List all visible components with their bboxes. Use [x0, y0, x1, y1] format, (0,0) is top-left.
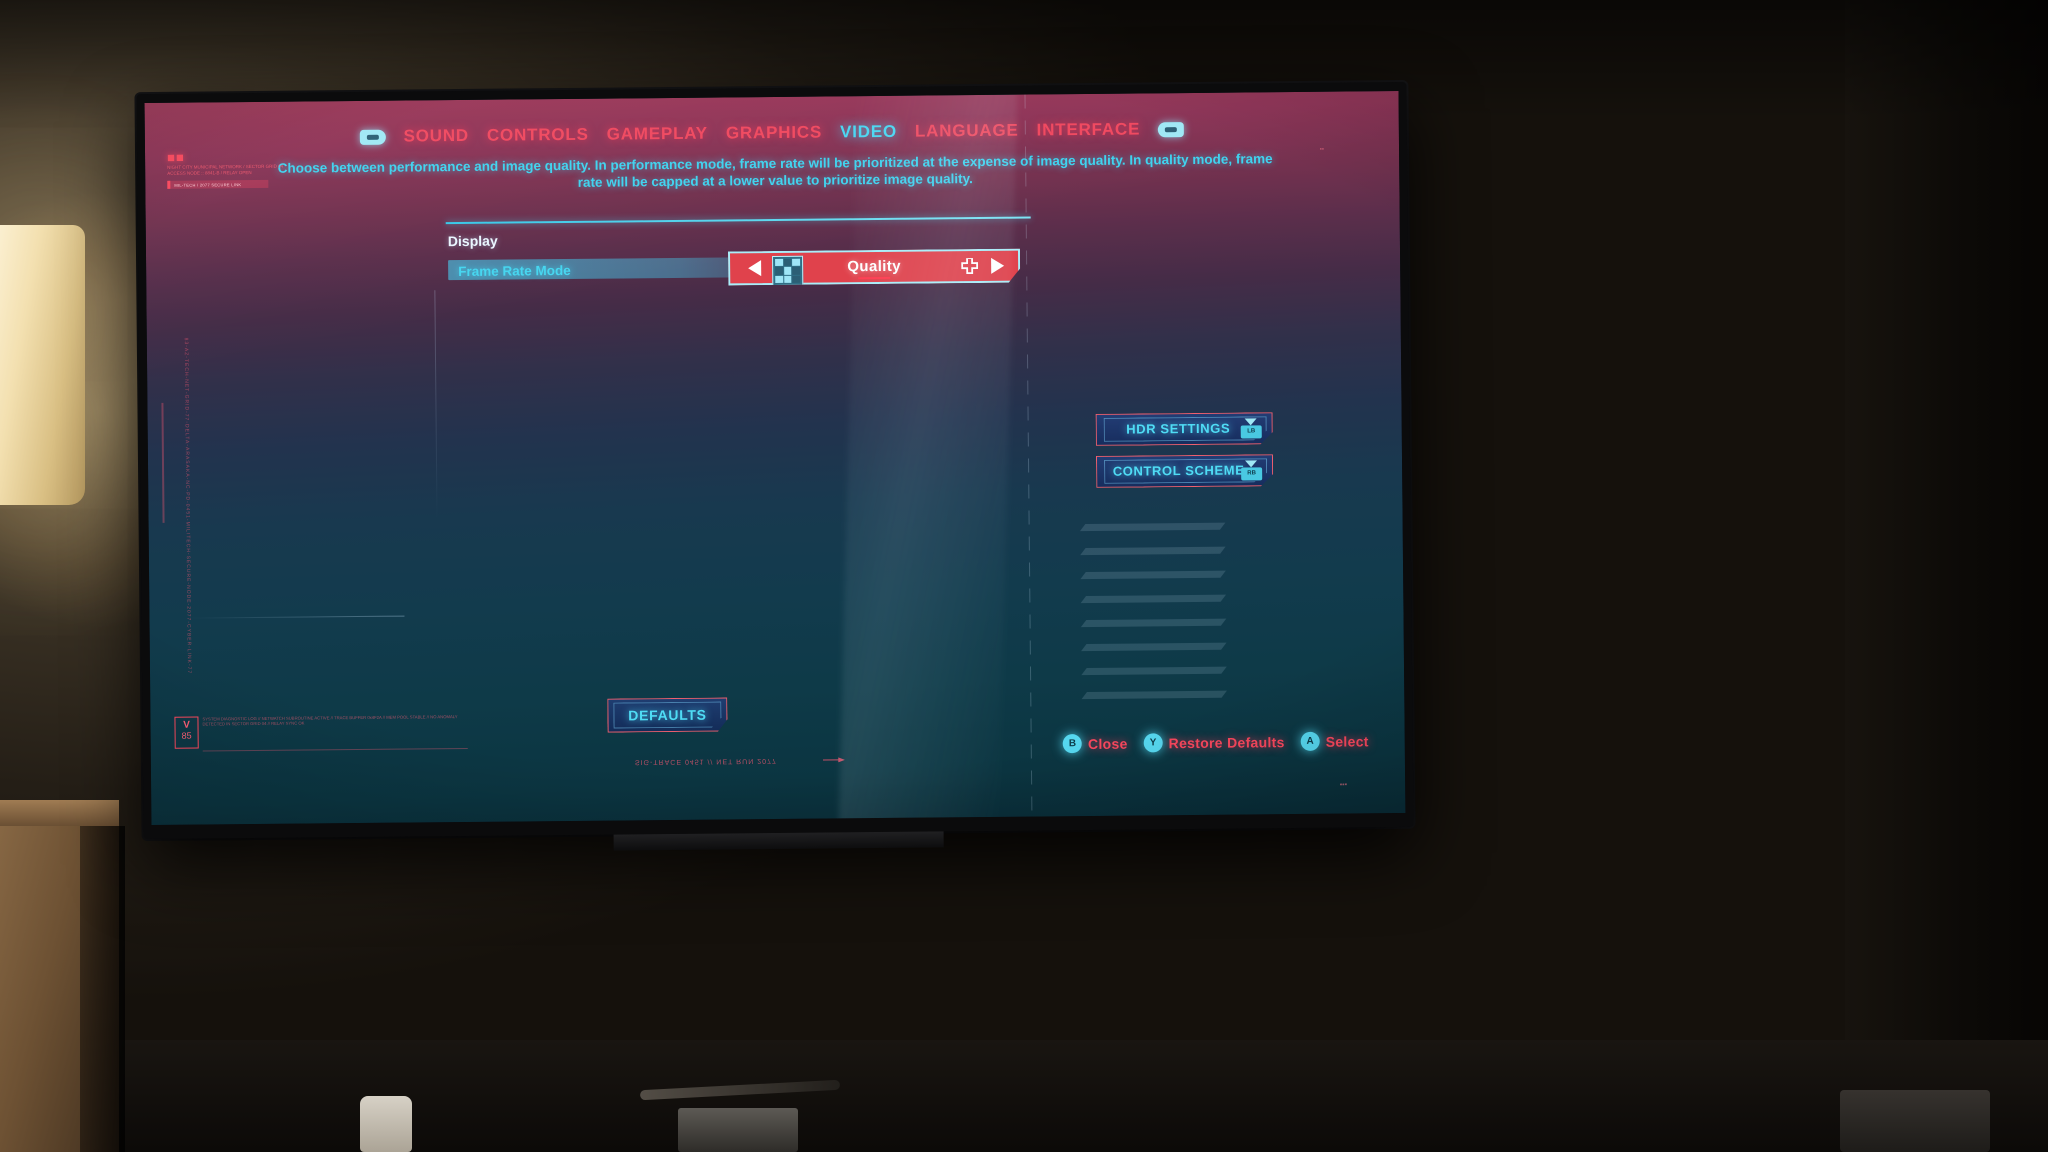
frame-rate-mode-selector[interactable]: Quality — [728, 249, 1020, 286]
side-table-shadow — [80, 826, 125, 1152]
hdr-badge-label: LB — [1247, 428, 1256, 435]
room-photo: SOUND CONTROLS GAMEPLAY GRAPHICS VIDEO L… — [0, 0, 2048, 1152]
control-scheme-badge-label: RB — [1247, 470, 1257, 477]
tab-controls[interactable]: CONTROLS — [487, 125, 589, 146]
hdr-settings-label: HDR SETTINGS — [1126, 420, 1231, 437]
prompt-restore-defaults-label: Restore Defaults — [1168, 733, 1285, 751]
tv-screen: SOUND CONTROLS GAMEPLAY GRAPHICS VIDEO L… — [144, 90, 1406, 826]
prompt-select[interactable]: A Select — [1300, 731, 1369, 751]
bumper-badge-icon: RB — [1241, 460, 1262, 480]
badge-body: LB — [1241, 425, 1262, 438]
right-bumper-icon[interactable] — [1158, 121, 1185, 137]
a-button-letter: A — [1306, 735, 1314, 747]
corner-tag: ▪▪ — [1319, 146, 1325, 153]
prompt-select-label: Select — [1325, 732, 1369, 750]
tv-stand — [613, 831, 944, 851]
floor — [0, 1040, 2048, 1152]
b-button-icon: B — [1062, 734, 1083, 754]
tab-gameplay[interactable]: GAMEPLAY — [607, 124, 708, 145]
button-prompt-bar: B Close Y Restore Defaults A Select — [1062, 731, 1369, 754]
version-badge: V 85 — [174, 716, 199, 749]
diagonal-decoration — [1079, 522, 1235, 724]
diagnostic-divider — [202, 747, 468, 752]
version-letter: V — [183, 719, 190, 731]
tab-graphics[interactable]: GRAPHICS — [726, 123, 822, 144]
box-object — [678, 1108, 798, 1152]
defaults-button[interactable]: DEFAULTS — [607, 697, 727, 732]
control-scheme-label: CONTROL SCHEME — [1112, 462, 1245, 479]
value-underline — [858, 277, 890, 279]
corner-tag-2: ▪▪▪ — [1339, 781, 1348, 789]
vertical-dashed-line — [1024, 94, 1033, 817]
bottle-object — [360, 1096, 412, 1152]
brand-mark: ■■ — [166, 149, 185, 165]
right-arrow-icon[interactable] — [991, 258, 1004, 274]
section-divider — [445, 216, 1031, 225]
right-floor-object — [1840, 1090, 1990, 1152]
settings-tab-bar: SOUND CONTROLS GAMEPLAY GRAPHICS VIDEO L… — [145, 117, 1399, 149]
prompt-close-label: Close — [1087, 735, 1128, 752]
vertical-tick-mark — [161, 402, 165, 523]
tab-interface[interactable]: INTERFACE — [1037, 119, 1141, 140]
prompt-restore-defaults[interactable]: Y Restore Defaults — [1143, 732, 1285, 753]
tab-video[interactable]: VIDEO — [840, 122, 897, 143]
dpad-icon — [961, 258, 978, 274]
bottom-code-text: SIG-TRACE 0451 // NET RUN 2077 — [634, 756, 777, 766]
vertical-glyph-column: 83-AZ-TECH-NET-GRID-77-DELTA-ARASAKA-NC-… — [182, 337, 193, 675]
side-table-top — [0, 800, 119, 826]
left-bumper-icon[interactable] — [359, 129, 386, 145]
setting-description: Choose between performance and image qua… — [277, 151, 1273, 190]
brand-bar-text: MIL-TECH / 2077 SECURE LINK — [174, 181, 242, 188]
game-settings-ui: SOUND CONTROLS GAMEPLAY GRAPHICS VIDEO L… — [145, 91, 1406, 825]
horizontal-soft-line — [189, 615, 405, 619]
tab-sound[interactable]: SOUND — [403, 126, 469, 147]
bumper-badge-icon: LB — [1241, 418, 1262, 438]
control-scheme-button[interactable]: CONTROL SCHEME RB — [1096, 454, 1273, 488]
prompt-close[interactable]: B Close — [1062, 734, 1128, 754]
y-button-icon: Y — [1143, 733, 1163, 753]
defaults-label: DEFAULTS — [628, 706, 707, 724]
badge-body: RB — [1241, 467, 1262, 480]
setting-label-frame-rate-mode: Frame Rate Mode — [458, 262, 571, 280]
section-title-display: Display — [447, 232, 498, 250]
a-button-icon: A — [1300, 731, 1320, 751]
y-button-letter: Y — [1149, 737, 1157, 749]
tab-language[interactable]: LANGUAGE — [915, 121, 1019, 142]
brand-bar: MIL-TECH / 2077 SECURE LINK — [167, 179, 269, 189]
hdr-settings-button[interactable]: HDR SETTINGS LB — [1096, 412, 1273, 446]
diagnostic-notes: SYSTEM DIAGNOSTIC LOG // NETWATCH SUBROU… — [202, 714, 458, 727]
b-button-letter: B — [1068, 738, 1077, 750]
wall-right-shadow — [1845, 0, 2048, 1152]
lamp-shade — [0, 225, 85, 505]
vertical-soft-line — [434, 290, 438, 521]
brand-block: ■■ NIGHT CITY MUNICIPAL NETWORK / SECTOR… — [166, 149, 297, 189]
television: SOUND CONTROLS GAMEPLAY GRAPHICS VIDEO L… — [136, 81, 1414, 851]
version-number: 85 — [181, 730, 192, 741]
brand-subtext: NIGHT CITY MUNICIPAL NETWORK / SECTOR GR… — [167, 163, 284, 176]
